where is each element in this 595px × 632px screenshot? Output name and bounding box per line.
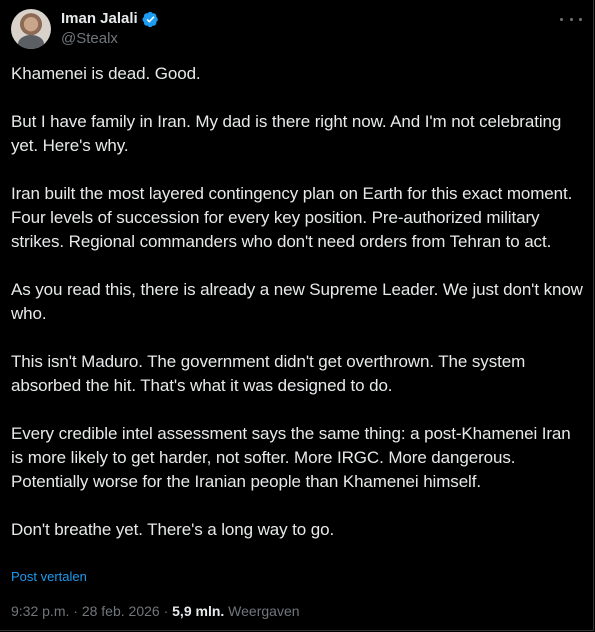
translate-post-link[interactable]: Post vertalen	[11, 569, 87, 585]
tweet-paragraph: Every credible intel assessment says the…	[11, 424, 571, 491]
avatar[interactable]	[11, 9, 51, 49]
more-horizontal-icon[interactable]	[560, 11, 582, 27]
tweet-time[interactable]: 9:32 p.m.	[11, 603, 69, 619]
tweet-paragraph: Khamenei is dead. Good.	[11, 64, 201, 83]
meta-separator: ·	[69, 603, 82, 619]
author-handle[interactable]: @Stealx	[61, 30, 118, 48]
tweet-header: Iman Jalali @Stealx	[11, 9, 586, 51]
more-dot	[569, 17, 573, 21]
author-display-name[interactable]: Iman Jalali	[61, 10, 138, 28]
meta-separator: ·	[159, 603, 173, 619]
more-dot	[560, 17, 563, 21]
tweet-paragraph: As you read this, there is already a new…	[11, 280, 583, 323]
tweet-text: Khamenei is dead. Good. But I have famil…	[11, 62, 586, 542]
tweet-paragraph: This isn't Maduro. The government didn't…	[11, 352, 526, 395]
tweet-meta: 9:32 p.m. · 28 feb. 2026 · 5,9 mln. Weer…	[11, 602, 300, 620]
author-name-row: Iman Jalali	[61, 10, 159, 28]
tweet-paragraph: Iran built the most layered contingency …	[11, 184, 573, 251]
tweet-card: Iman Jalali @Stealx Khamenei is dead. Go…	[0, 0, 594, 631]
more-dot	[579, 17, 582, 21]
views-count: 5,9 mln.	[172, 603, 225, 619]
tweet-paragraph: Don't breathe yet. There's a long way to…	[11, 520, 335, 539]
tweet-date[interactable]: 28 feb. 2026	[82, 603, 160, 619]
tweet-paragraph: But I have family in Iran. My dad is the…	[11, 112, 562, 155]
views-label: Weergaven	[228, 603, 300, 619]
verified-badge-icon	[142, 11, 158, 27]
